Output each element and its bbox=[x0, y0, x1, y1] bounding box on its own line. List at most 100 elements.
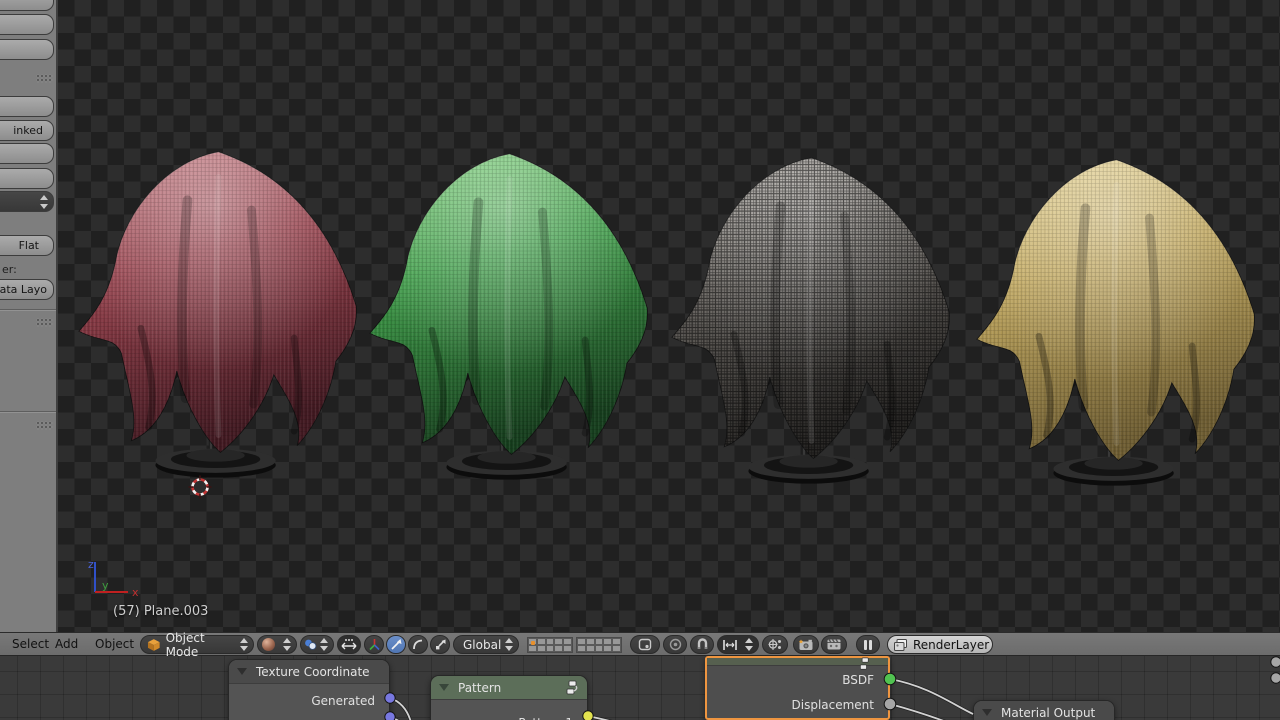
manipulator-translate-button[interactable] bbox=[386, 635, 406, 654]
pattern-node[interactable]: Pattern Pattern 1 bbox=[430, 675, 588, 720]
manipulator-scale-button[interactable] bbox=[430, 635, 450, 654]
snap-target-button[interactable] bbox=[762, 635, 788, 654]
select-menu[interactable]: Select bbox=[12, 637, 49, 651]
pivot-point-dropdown[interactable] bbox=[300, 635, 334, 654]
layer-cell[interactable] bbox=[536, 645, 546, 652]
group-node-header[interactable] bbox=[707, 657, 888, 670]
snap-toggle-button[interactable] bbox=[690, 635, 714, 654]
layer-cell[interactable] bbox=[594, 638, 604, 645]
node-editor[interactable]: Texture Coordinate Generated Pattern Pat… bbox=[0, 656, 1280, 720]
tool-button[interactable] bbox=[0, 96, 54, 117]
layer-cell[interactable] bbox=[554, 638, 564, 645]
transform-orientation-dropdown[interactable]: Global bbox=[453, 635, 519, 654]
layer-cell[interactable] bbox=[577, 645, 586, 652]
panel-separator bbox=[0, 309, 56, 311]
active-object-label: (57) Plane.003 bbox=[113, 604, 209, 619]
gray-cloth-object[interactable] bbox=[671, 157, 950, 484]
tool-button[interactable] bbox=[0, 0, 54, 11]
object-menu[interactable]: Object bbox=[95, 637, 134, 651]
proportional-edit-icon bbox=[638, 638, 652, 651]
offscreen-socket bbox=[1270, 656, 1280, 668]
proportional-edit-dropdown[interactable] bbox=[630, 635, 660, 654]
3d-cursor[interactable] bbox=[188, 475, 212, 499]
green-cloth-object[interactable] bbox=[369, 153, 648, 480]
layer-cell[interactable] bbox=[563, 645, 572, 652]
layer-cell[interactable] bbox=[545, 638, 555, 645]
tool-button[interactable] bbox=[0, 168, 54, 189]
layer-cell[interactable] bbox=[536, 638, 546, 645]
snap-target-icon bbox=[768, 639, 781, 650]
panel-drag-dots[interactable] bbox=[36, 74, 53, 83]
translate-arrow-icon bbox=[390, 639, 401, 650]
manipulator-axes-button[interactable] bbox=[364, 635, 384, 654]
snap-element-dropdown[interactable] bbox=[717, 635, 759, 654]
render-image-button[interactable] bbox=[793, 635, 819, 654]
layer-cell[interactable] bbox=[585, 638, 595, 645]
spinner-arrows-icon[interactable] bbox=[744, 638, 754, 651]
spinner-arrows-icon[interactable] bbox=[319, 638, 329, 651]
gold-cloth-object[interactable] bbox=[976, 159, 1255, 486]
node-title: Texture Coordinate bbox=[256, 664, 370, 679]
data-layout-button[interactable]: Data Layo bbox=[0, 279, 54, 300]
material-output-node[interactable]: Material Output bbox=[973, 700, 1115, 720]
layer-cell-active[interactable] bbox=[528, 638, 537, 645]
pivot-icon bbox=[305, 639, 317, 650]
gold-cloth[interactable] bbox=[976, 159, 1255, 461]
falloff-button[interactable] bbox=[663, 635, 687, 654]
rotate-arc-icon bbox=[412, 639, 422, 650]
tool-button[interactable] bbox=[0, 143, 54, 164]
panel-drag-dots[interactable] bbox=[36, 318, 53, 327]
layer-cell[interactable] bbox=[603, 645, 613, 652]
gray-cloth[interactable] bbox=[671, 157, 950, 459]
panel-drag-dots[interactable] bbox=[36, 421, 53, 430]
render-animation-button[interactable] bbox=[821, 635, 847, 654]
collapse-triangle-icon[interactable] bbox=[237, 668, 247, 675]
render-layer-selector[interactable]: RenderLayer bbox=[887, 635, 993, 654]
mode-dropdown[interactable]: Object Mode bbox=[140, 631, 254, 659]
pattern-node-header[interactable]: Pattern bbox=[431, 676, 587, 700]
layer-label: er: bbox=[2, 263, 17, 276]
pause-icon bbox=[864, 639, 872, 650]
node-group-icon bbox=[566, 680, 578, 694]
collapse-triangle-icon[interactable] bbox=[439, 684, 449, 691]
texture-coordinate-node-header[interactable]: Texture Coordinate bbox=[229, 660, 389, 684]
make-linked-button[interactable]: inked bbox=[0, 120, 54, 141]
shading-sphere-icon bbox=[262, 638, 275, 651]
material-output-node-header[interactable]: Material Output bbox=[974, 701, 1114, 720]
shading-flat-button[interactable]: Flat bbox=[0, 235, 54, 256]
axes-icon bbox=[368, 639, 380, 651]
tool-button[interactable] bbox=[0, 39, 54, 60]
layer-cell[interactable] bbox=[545, 645, 555, 652]
layer-cell[interactable] bbox=[594, 645, 604, 652]
render-layers-icon bbox=[894, 638, 907, 651]
spinner-arrows-icon[interactable] bbox=[282, 638, 292, 651]
spinner-arrows-icon[interactable] bbox=[39, 195, 48, 209]
spinner-arrows-icon[interactable] bbox=[504, 638, 514, 651]
layer-cell[interactable] bbox=[563, 638, 572, 645]
layer-cell[interactable] bbox=[603, 638, 613, 645]
layer-cell[interactable] bbox=[612, 638, 621, 645]
red-cloth[interactable] bbox=[78, 151, 357, 453]
spinner-arrows-icon[interactable] bbox=[239, 638, 249, 651]
selected-group-node[interactable]: BSDF Displacement bbox=[705, 656, 890, 720]
viewport-shading-dropdown[interactable] bbox=[257, 635, 297, 654]
green-cloth[interactable] bbox=[369, 153, 648, 455]
layers-grid-left[interactable] bbox=[527, 637, 573, 653]
layer-cell[interactable] bbox=[585, 645, 595, 652]
3d-viewport[interactable]: z y x (57) Plane.003 bbox=[58, 0, 1280, 632]
texture-coordinate-node[interactable]: Texture Coordinate Generated bbox=[228, 659, 390, 720]
manipulator-toggle-button[interactable] bbox=[337, 635, 361, 654]
layers-grid-right[interactable] bbox=[576, 637, 622, 653]
pause-button[interactable] bbox=[856, 635, 880, 654]
manipulator-rotate-button[interactable] bbox=[408, 635, 428, 654]
layer-cell[interactable] bbox=[577, 638, 586, 645]
add-menu[interactable]: Add bbox=[55, 637, 78, 651]
layer-cell[interactable] bbox=[554, 645, 564, 652]
node-group-icon bbox=[860, 657, 869, 670]
collapse-triangle-icon[interactable] bbox=[982, 709, 992, 716]
red-cloth-object[interactable] bbox=[78, 151, 357, 478]
tool-dropdown[interactable] bbox=[0, 191, 54, 212]
layer-cell[interactable] bbox=[528, 645, 537, 652]
tool-button[interactable] bbox=[0, 14, 54, 35]
layer-cell[interactable] bbox=[612, 645, 621, 652]
